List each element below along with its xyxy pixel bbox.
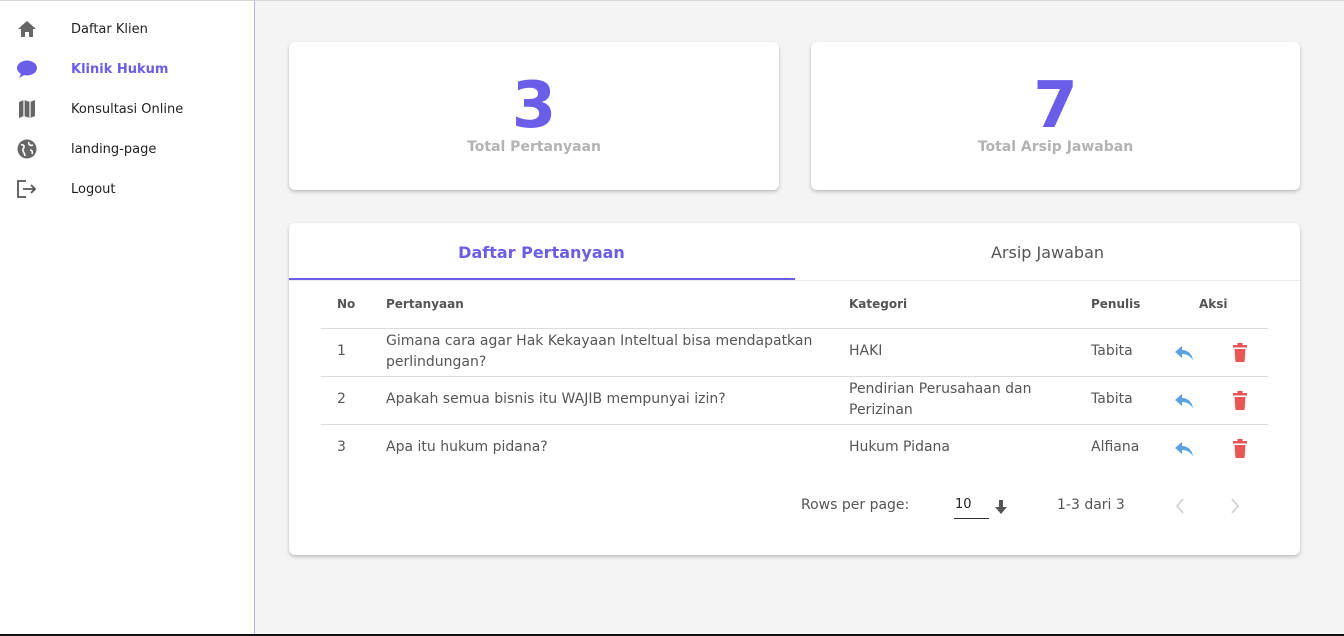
row-divider <box>321 424 1268 425</box>
reply-icon <box>1175 346 1193 360</box>
tab-daftar-pertanyaan[interactable]: Daftar Pertanyaan <box>289 223 794 281</box>
sidebar-item-klinik-hukum[interactable]: Klinik Hukum <box>0 49 254 89</box>
active-tab-indicator <box>289 278 795 280</box>
sidebar-item-label: Logout <box>71 181 116 197</box>
cell-pertanyaan: Gimana cara agar Hak Kekayaan Inteltual … <box>386 333 813 370</box>
reply-button[interactable] <box>1173 342 1195 364</box>
trash-icon <box>1233 391 1247 410</box>
cell-pertanyaan: Apa itu hukum pidana? <box>386 439 548 455</box>
stat-card-total-pertanyaan: 3 Total Pertanyaan <box>289 42 779 190</box>
sidebar-item-label: Daftar Klien <box>71 21 148 37</box>
sidebar-item-logout[interactable]: Logout <box>0 169 254 209</box>
column-header-pertanyaan: Pertanyaan <box>386 297 464 311</box>
stat-card-total-arsip-jawaban: 7 Total Arsip Jawaban <box>811 42 1300 190</box>
trash-icon <box>1233 439 1247 458</box>
sidebar: Daftar Klien Klinik Hukum Konsultasi Onl… <box>0 1 255 635</box>
cell-pertanyaan: Apakah semua bisnis itu WAJIB mempunyai … <box>386 391 726 407</box>
stat-value: 3 <box>511 69 557 143</box>
stat-label: Total Pertanyaan <box>467 139 601 155</box>
arrow-down-icon[interactable] <box>990 496 1012 518</box>
cell-no: 2 <box>337 391 346 407</box>
sidebar-item-konsultasi-online[interactable]: Konsultasi Online <box>0 89 254 129</box>
globe-icon <box>16 138 38 160</box>
trash-icon <box>1233 343 1247 362</box>
map-icon <box>16 98 38 120</box>
chevron-right-icon[interactable] <box>1224 495 1246 517</box>
delete-button[interactable] <box>1229 438 1251 460</box>
reply-button[interactable] <box>1173 390 1195 412</box>
cell-kategori: Pendirian Perusahaan dan Perizinan <box>849 381 1032 418</box>
reply-icon <box>1175 442 1193 456</box>
delete-button[interactable] <box>1229 390 1251 412</box>
column-header-kategori: Kategori <box>849 297 908 311</box>
cell-penulis: Alfiana <box>1091 439 1140 455</box>
row-divider <box>321 376 1268 377</box>
rows-per-page-label: Rows per page: <box>801 497 910 513</box>
chevron-left-icon[interactable] <box>1169 495 1191 517</box>
questions-card: Daftar Pertanyaan Arsip Jawaban No Perta… <box>289 223 1300 555</box>
tab-arsip-jawaban[interactable]: Arsip Jawaban <box>795 223 1300 281</box>
chat-bubble-icon <box>16 58 38 80</box>
column-header-aksi: Aksi <box>1199 297 1228 311</box>
rows-per-page-select[interactable]: 10 <box>954 497 989 519</box>
sidebar-item-label: landing-page <box>71 141 157 157</box>
sidebar-item-landing-page[interactable]: landing-page <box>0 129 254 169</box>
cell-no: 3 <box>337 439 346 455</box>
delete-button[interactable] <box>1229 342 1251 364</box>
sidebar-item-label: Konsultasi Online <box>71 101 184 117</box>
logout-icon <box>16 178 38 200</box>
sidebar-item-daftar-klien[interactable]: Daftar Klien <box>0 9 254 49</box>
stat-value: 7 <box>1033 69 1078 143</box>
row-divider <box>321 328 1268 329</box>
cell-penulis: Tabita <box>1091 391 1133 407</box>
cell-kategori: HAKI <box>849 343 883 359</box>
cell-no: 1 <box>337 343 346 359</box>
tab-bar: Daftar Pertanyaan Arsip Jawaban <box>289 223 1300 281</box>
column-header-penulis: Penulis <box>1091 297 1141 311</box>
column-header-no: No <box>337 297 356 311</box>
stat-label: Total Arsip Jawaban <box>977 139 1134 155</box>
sidebar-item-label: Klinik Hukum <box>71 61 169 77</box>
cell-kategori: Hukum Pidana <box>849 439 950 455</box>
reply-icon <box>1175 394 1193 408</box>
reply-button[interactable] <box>1173 438 1195 460</box>
cell-penulis: Tabita <box>1091 343 1133 359</box>
pagination-range: 1-3 dari 3 <box>1057 497 1125 513</box>
home-icon <box>16 18 38 40</box>
